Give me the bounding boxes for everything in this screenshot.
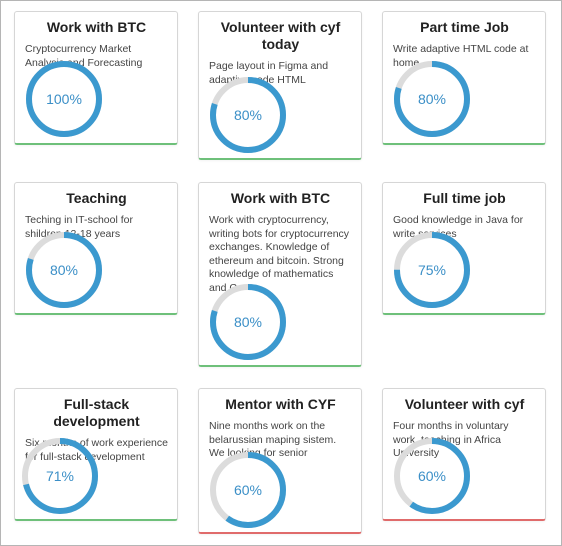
progress-percent: 100% bbox=[46, 91, 82, 107]
progress-percent: 80% bbox=[417, 91, 447, 107]
progress-ring: 80% bbox=[393, 60, 471, 138]
progress-ring: 100% bbox=[25, 60, 103, 138]
card-title: Full time job bbox=[423, 190, 506, 206]
card-title: Full-stack development bbox=[53, 396, 140, 429]
card-title: Volunteer with cyf bbox=[404, 396, 525, 412]
card-title: Part time Job bbox=[420, 19, 509, 35]
job-card-teaching[interactable]: Teaching Teching in IT-school for shildr… bbox=[14, 182, 178, 315]
job-card-volunteer-cyf-today[interactable]: Volunteer with cyf today Page layout in … bbox=[198, 11, 362, 160]
card-title: Teaching bbox=[66, 190, 127, 206]
progress-ring: 80% bbox=[25, 231, 103, 309]
job-card-mentor-cyf[interactable]: Mentor with CYF Nine months work on the … bbox=[198, 388, 362, 534]
job-card-work-btc-2[interactable]: Work with BTC Work with cryptocurrency, … bbox=[198, 182, 362, 367]
job-card-volunteer-cyf[interactable]: Volunteer with cyf Four months in volunt… bbox=[382, 388, 546, 521]
job-card-full-time-job[interactable]: Full time job Good knowledge in Java for… bbox=[382, 182, 546, 315]
progress-ring: 80% bbox=[209, 76, 287, 154]
progress-ring: 75% bbox=[393, 231, 471, 309]
job-card-full-stack-development[interactable]: Full-stack development Six months of wor… bbox=[14, 388, 178, 521]
progress-percent: 80% bbox=[49, 262, 79, 278]
card-title: Mentor with CYF bbox=[225, 396, 336, 412]
progress-percent: 60% bbox=[417, 468, 447, 484]
progress-ring: 60% bbox=[393, 437, 471, 515]
card-title: Work with BTC bbox=[46, 19, 147, 35]
progress-percent: 71% bbox=[45, 468, 75, 484]
progress-ring: 71% bbox=[21, 437, 99, 515]
job-card-work-btc[interactable]: Work with BTC Cryptocurrency Market Anal… bbox=[14, 11, 178, 145]
progress-percent: 75% bbox=[417, 262, 447, 278]
job-card-part-time-job[interactable]: Part time Job Write adaptive HTML code a… bbox=[382, 11, 546, 145]
card-title: Work with BTC bbox=[230, 190, 331, 206]
progress-ring: 80% bbox=[209, 283, 287, 361]
progress-percent: 80% bbox=[233, 314, 263, 330]
progress-ring: 60% bbox=[209, 451, 287, 529]
progress-percent: 60% bbox=[233, 482, 263, 498]
card-title: Volunteer with cyf today bbox=[220, 19, 341, 52]
progress-percent: 80% bbox=[233, 107, 263, 123]
